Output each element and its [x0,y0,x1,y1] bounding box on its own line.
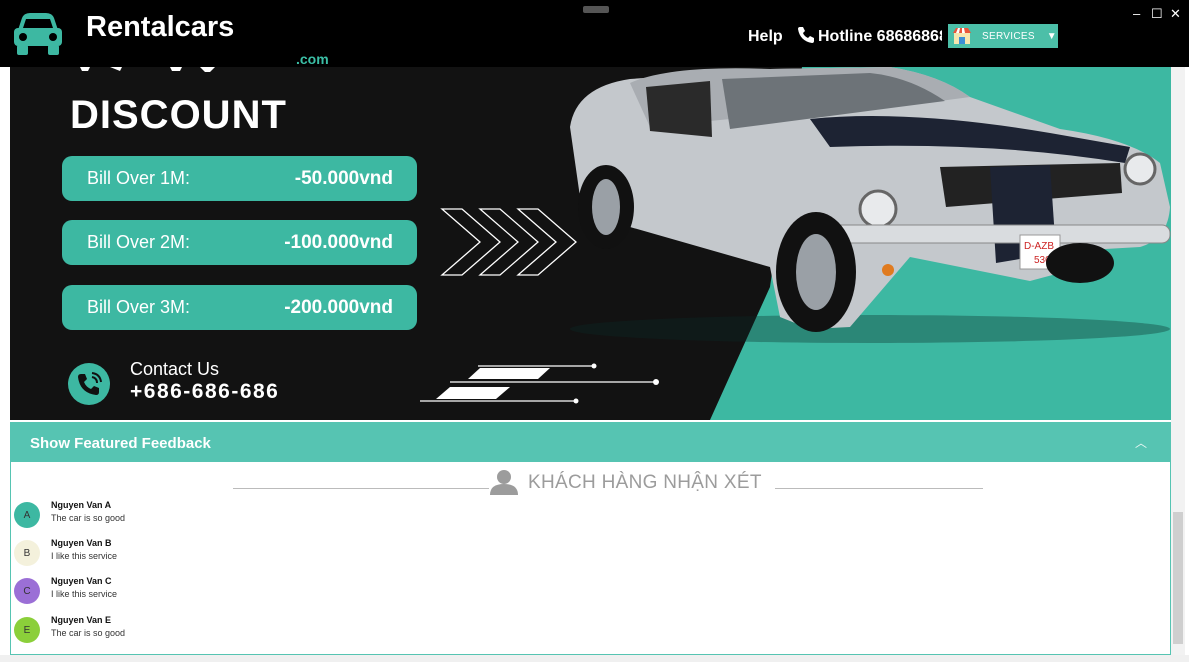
services-shop-icon [953,28,971,44]
discount-amount: -50.000vnd [294,167,393,189]
avatar: E [14,617,40,643]
contact-label: Contact Us [130,359,220,379]
page-scrollbar[interactable] [1171,67,1185,662]
reviewer-name: Nguyen Van A [51,500,112,510]
help-link[interactable]: Help [748,28,783,46]
contact-phone-icon [68,363,110,405]
review-comment: I like this service [51,551,118,561]
plate-line1: D-AZB [1024,241,1054,252]
review-comment: I like this service [51,589,118,599]
brand-name: Rentalcars [86,11,235,43]
car-logo-icon[interactable] [8,8,68,62]
minimize-icon[interactable]: – [1133,6,1140,21]
avatar: A [14,502,40,528]
app-header: Rentalcars .com Help Hotline 68686868 SE… [0,0,1189,67]
reviewer-name: Nguyen Van C [51,576,112,586]
discount-label: Bill Over 3M: [87,297,191,317]
maximize-icon[interactable]: ☐ [1151,6,1163,22]
discount-tier-1: Bill Over 1M: -50.000vnd [62,156,417,201]
hotline-text: Hotline 68686868 [818,28,942,45]
drag-handle[interactable] [583,6,609,13]
chevron-up-icon[interactable]: ︿ [1135,434,1147,451]
scrollbar-thumb[interactable] [1173,512,1183,644]
brand-suffix: .com [296,51,329,67]
avatar: C [14,578,40,604]
discount-title: DISCOUNT [70,93,287,137]
feedback-panel: KHÁCH HÀNG NHẬN XÉT A Nguyen Van A The c… [10,462,1171,655]
close-icon[interactable]: ✕ [1170,6,1181,22]
user-icon [490,470,518,495]
contact-phone: +686-686-686 [130,380,280,403]
reviewer-name: Nguyen Van B [51,538,112,548]
divider [233,488,489,489]
discount-label: Bill Over 1M: [87,168,191,188]
discount-tier-3: Bill Over 3M: -200.000vnd [62,285,417,330]
discount-label: Bill Over 2M: [87,232,191,252]
discount-amount: -200.000vnd [284,296,393,318]
avatar: B [14,540,40,566]
review-comment: The car is so good [51,513,126,523]
services-label: SERVICES [982,30,1035,42]
discount-tier-2: Bill Over 2M: -100.000vnd [62,220,417,265]
review-comment: The car is so good [51,628,126,638]
feedback-toggle[interactable]: Show Featured Feedback ︿ [10,422,1171,462]
reviewer-name: Nguyen Van E [51,615,112,625]
feedback-toggle-label: Show Featured Feedback [30,435,211,452]
window-bottom-edge [0,655,1189,662]
phone-icon [798,27,814,43]
feedback-heading: KHÁCH HÀNG NHẬN XÉT [528,472,762,493]
services-dropdown[interactable]: SERVICES ▼ [948,24,1058,48]
discount-banner: D-AZB 530 DISCOUNT Bill Over 1M: -50.000… [10,67,1171,420]
discount-amount: -100.000vnd [284,231,393,253]
divider [775,488,983,489]
caret-down-icon: ▼ [1046,30,1057,42]
